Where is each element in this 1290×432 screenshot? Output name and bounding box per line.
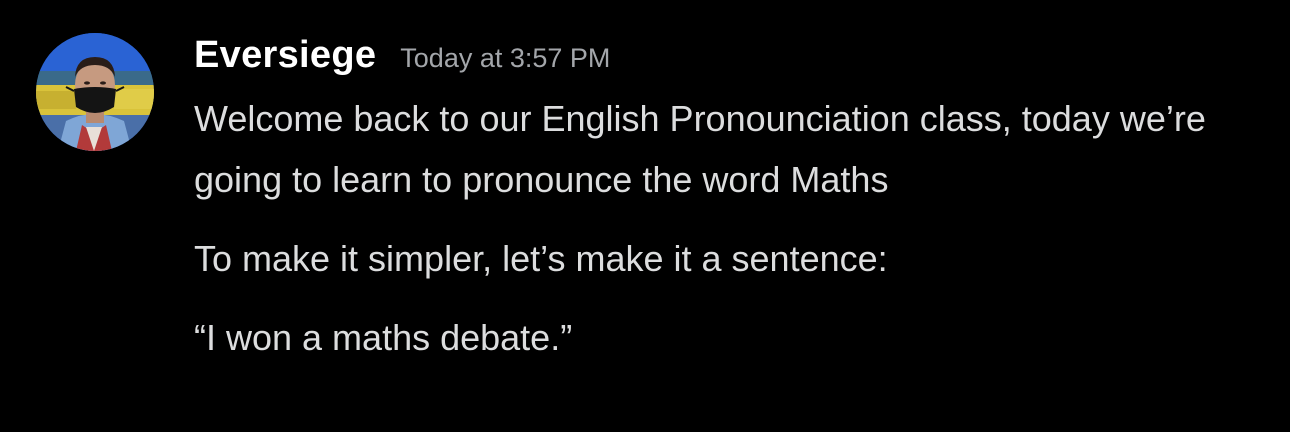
message-header: Eversiege Today at 3:57 PM	[194, 30, 610, 80]
user-avatar[interactable]	[36, 33, 154, 151]
message-content: Welcome back to our English Pronounciati…	[194, 88, 1254, 368]
message-timestamp: Today at 3:57 PM	[400, 43, 611, 73]
message-paragraph: “I won a maths debate.”	[194, 317, 573, 358]
avatar-photo-icon	[36, 33, 154, 151]
message-paragraph: Welcome back to our English Pronounciati…	[194, 98, 1206, 200]
chat-message: Eversiege Today at 3:57 PM Welcome back …	[0, 0, 1290, 432]
username[interactable]: Eversiege	[194, 30, 376, 80]
message-paragraph: To make it simpler, let’s make it a sent…	[194, 238, 888, 279]
